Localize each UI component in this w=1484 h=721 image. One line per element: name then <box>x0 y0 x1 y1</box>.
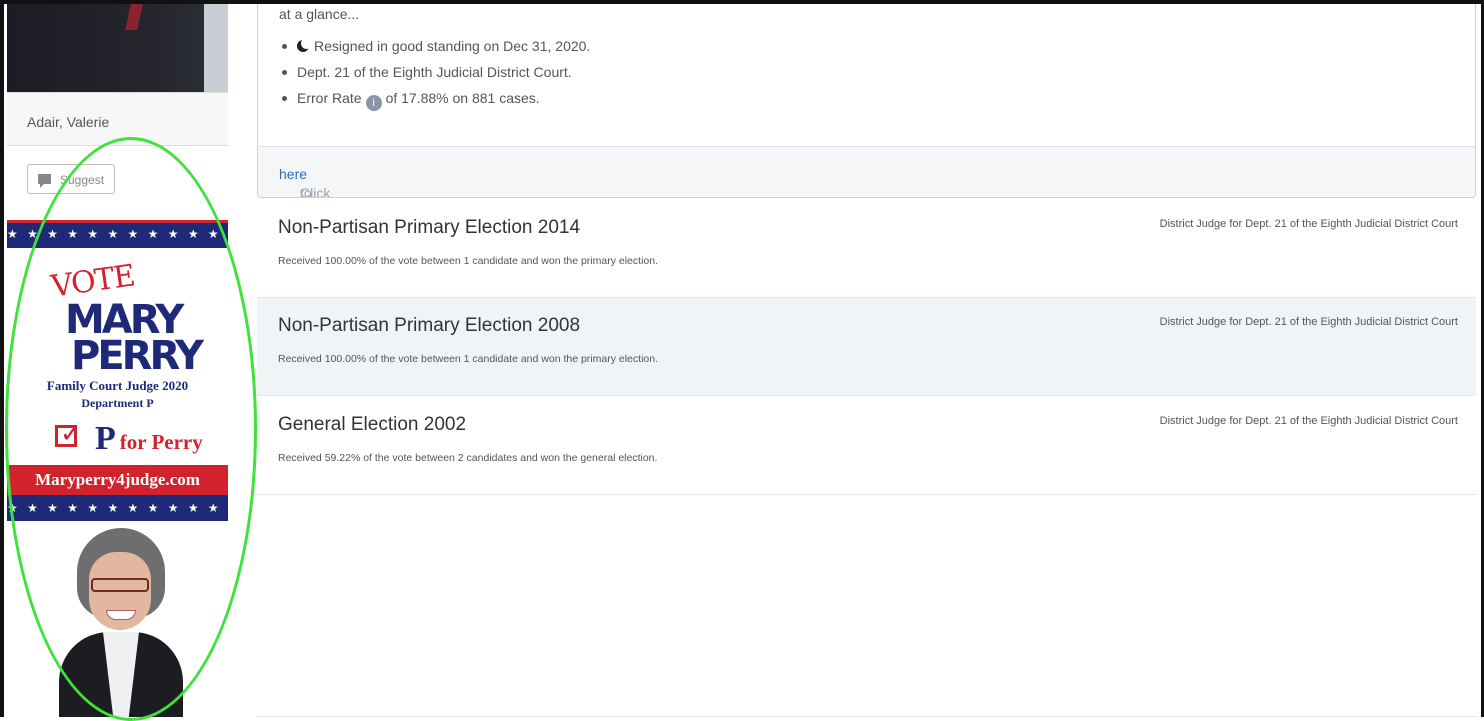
glance-footer: Click here to see more. <box>258 146 1475 197</box>
error-rate-label: Error Rate <box>297 90 362 106</box>
suggest-button[interactable]: Suggest <box>27 164 115 194</box>
glance-item-error-rate: Error Rate i of 17.88% on 881 cases. <box>280 86 590 112</box>
ad-last-name: PERRY <box>71 333 204 379</box>
election-title: Non-Partisan Primary Election 2014 <box>278 217 581 238</box>
election-office: District Judge for Dept. 21 of the Eight… <box>1159 218 1458 230</box>
star-band-bottom: ★ ★ ★ ★ ★ ★ ★ ★ ★ ★ ★ ★ <box>7 495 228 521</box>
glance-item-text: Dept. 21 of the Eighth Judicial District… <box>297 64 572 80</box>
election-row: Non-Partisan Primary Election 2014 Recei… <box>257 200 1476 298</box>
ad-for-perry: for Perry <box>119 430 203 454</box>
glance-list: Resigned in good standing on Dec 31, 202… <box>280 34 590 112</box>
election-result: Received 100.00% of the vote between 1 c… <box>278 353 658 365</box>
glance-item-text: Resigned in good standing on Dec 31, 202… <box>314 38 591 54</box>
see-more-text: Click here to see more. <box>279 166 330 197</box>
error-rate-value: of 17.88% on 881 cases. <box>385 90 540 106</box>
election-result: Received 59.22% of the vote between 2 ca… <box>278 452 658 464</box>
glance-item-resigned: Resigned in good standing on Dec 31, 202… <box>280 34 590 60</box>
judge-photo <box>7 4 228 92</box>
election-title: Non-Partisan Primary Election 2008 <box>278 315 581 336</box>
glance-item-dept: Dept. 21 of the Eighth Judicial District… <box>280 60 590 86</box>
sidebar: Adair, Valerie Suggest ★ ★ ★ ★ ★ ★ ★ ★ ★… <box>7 4 228 717</box>
election-row: Non-Partisan Primary Election 2008 Recei… <box>257 298 1476 396</box>
campaign-ad[interactable]: ★ ★ ★ ★ ★ ★ ★ ★ ★ ★ ★ ★ VOTE MARY PERRY … <box>7 220 228 717</box>
ad-department-line: Department P <box>81 396 154 410</box>
judge-name-box: Adair, Valerie <box>7 92 228 146</box>
see-more-link[interactable]: here <box>279 166 307 182</box>
main-content: at a glance... Resigned in good standing… <box>257 4 1476 717</box>
candidate-portrait <box>59 528 183 717</box>
suggest-label: Suggest <box>60 173 105 187</box>
judge-name: Adair, Valerie <box>27 114 110 130</box>
election-office: District Judge for Dept. 21 of the Eight… <box>1159 316 1458 328</box>
moon-icon <box>297 38 312 52</box>
ad-office-line: Family Court Judge 2020 <box>46 378 189 393</box>
glance-title: at a glance... <box>279 6 360 22</box>
info-icon[interactable]: i <box>365 95 382 111</box>
ad-p-letter: P <box>95 420 116 457</box>
election-result: Received 100.00% of the vote between 1 c… <box>278 255 658 267</box>
election-title: General Election 2002 <box>278 414 467 435</box>
ad-url: Maryperry4judge.com <box>7 465 228 495</box>
election-row: General Election 2002 Received 59.22% of… <box>257 397 1476 495</box>
ad-checkbox-icon <box>55 418 82 449</box>
star-band-top: ★ ★ ★ ★ ★ ★ ★ ★ ★ ★ ★ ★ <box>7 220 228 248</box>
comment-icon <box>38 174 51 188</box>
at-a-glance-card: at a glance... Resigned in good standing… <box>257 4 1476 198</box>
election-office: District Judge for Dept. 21 of the Eight… <box>1159 415 1458 427</box>
ad-p-for-perry: Pfor Perry <box>95 420 203 458</box>
see-more-after: to see more. <box>300 185 312 198</box>
